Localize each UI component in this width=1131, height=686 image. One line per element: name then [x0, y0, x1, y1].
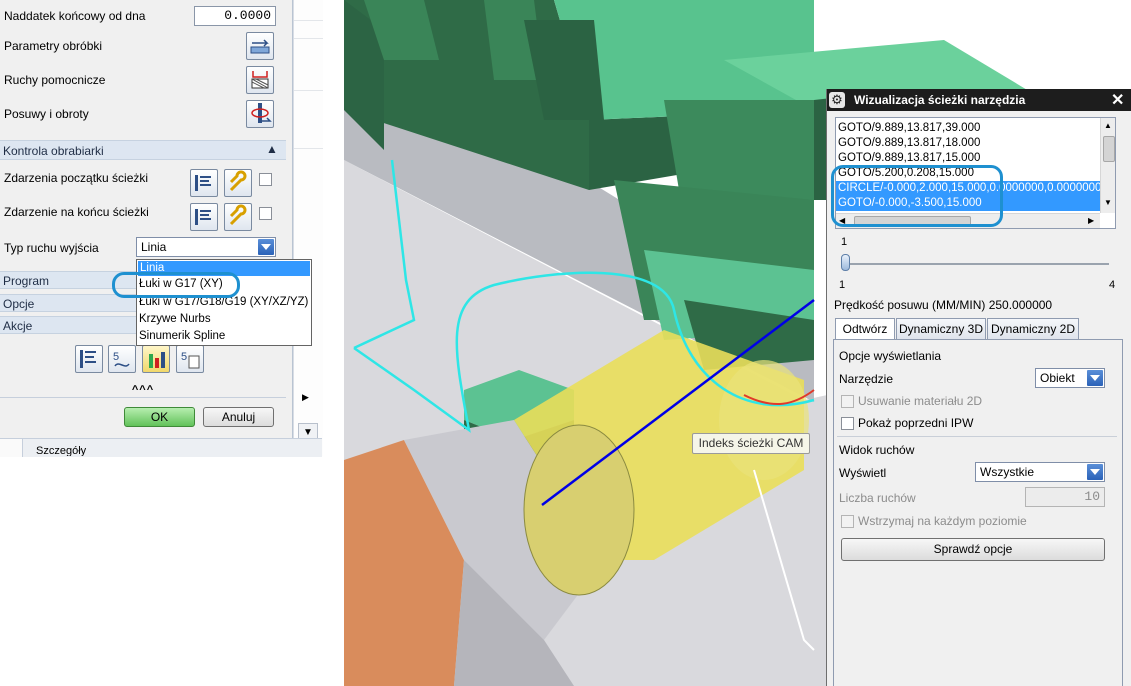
display-options-heading: Opcje wyświetlania — [839, 349, 942, 363]
generate-button[interactable] — [75, 345, 103, 373]
verify-button[interactable] — [142, 345, 170, 373]
chevron-down-icon[interactable] — [258, 239, 274, 255]
scroll-thumb[interactable] — [1103, 136, 1115, 162]
tool-display-select[interactable]: Obiekt — [1035, 368, 1105, 388]
feeds-speeds-button[interactable] — [246, 100, 274, 128]
events-list-icon — [195, 209, 211, 225]
verify-icon — [149, 352, 165, 368]
motion-slider-thumb[interactable] — [841, 254, 850, 271]
replay-button[interactable]: 5 — [108, 345, 136, 373]
toolpath-visualization-dialog: ⚙ Wizualizacja ścieżki narzędzia ✕ GOTO/… — [826, 89, 1131, 686]
section-opcje-label: Opcje — [3, 297, 35, 311]
list-item[interactable]: GOTO/9.889,13.817,15.000 — [838, 151, 980, 166]
start-events-checkbox[interactable] — [259, 173, 272, 186]
feeds-speeds-icon — [251, 103, 272, 123]
scroll-right-icon[interactable]: ▶ — [302, 392, 309, 403]
cutting-params-button[interactable] — [246, 32, 274, 60]
material-removal-label: Usuwanie materiału 2D — [858, 394, 983, 408]
section-akcje-label: Akcje — [3, 319, 33, 333]
end-event-checkbox[interactable] — [259, 207, 272, 220]
tool-label: Narzędzie — [839, 372, 894, 386]
motion-slider-track[interactable] — [841, 263, 1109, 265]
wrench-icon — [229, 204, 247, 226]
start-events-button[interactable] — [190, 169, 218, 197]
section-kontrola[interactable]: Kontrola obrabiarki ▲ — [0, 140, 286, 160]
dialog-title: Wizualizacja ścieżki narzędzia — [854, 93, 1026, 107]
details-bar: Szczegóły — [0, 438, 322, 457]
motion-count-label: Liczba ruchów — [839, 491, 916, 505]
slider-current-value: 1 — [841, 236, 848, 248]
generate-icon — [80, 350, 96, 368]
scroll-up-icon[interactable]: ▲ — [1104, 121, 1112, 130]
non-cutting-moves-icon — [251, 71, 269, 89]
navigator-scroll-strip: ▶ ▼ — [293, 0, 323, 456]
check-options-button[interactable]: Sprawdź opcje — [841, 538, 1105, 561]
start-events-label: Zdarzenia początku ścieżki — [4, 171, 149, 185]
dialog-titlebar[interactable]: ⚙ Wizualizacja ścieżki narzędzia ✕ — [827, 89, 1131, 111]
tab-dynamiczny-2d[interactable]: Dynamiczny 2D — [987, 318, 1079, 339]
end-event-button[interactable] — [190, 203, 218, 231]
replay-icon: 5 — [113, 351, 130, 367]
feed-rate-label: Prędkość posuwu (MM/MIN) 250.000000 — [834, 298, 1053, 312]
display-mode-value: Wszystkie — [980, 465, 1034, 479]
cutting-params-icon — [250, 39, 270, 54]
cancel-button[interactable]: Anuluj — [203, 407, 274, 427]
cam-index-tooltip: Indeks ścieżki CAM — [692, 433, 810, 454]
details-label[interactable]: Szczegóły — [36, 446, 86, 456]
start-events-edit-button[interactable] — [224, 169, 252, 197]
option-nurbs[interactable]: Krzywe Nurbs — [139, 313, 211, 325]
list-item[interactable]: GOTO/9.889,13.817,39.000 — [838, 121, 980, 136]
naddatek-input[interactable]: 0.0000 — [194, 6, 276, 26]
ok-button[interactable]: OK — [124, 407, 195, 427]
svg-text:5: 5 — [113, 351, 119, 363]
motion-view-heading: Widok ruchów — [839, 443, 915, 457]
listing-vscroll[interactable]: ▲ ▼ — [1100, 118, 1115, 213]
collapse-chevron-icon[interactable]: ▲ — [266, 142, 278, 156]
ruchy-label: Ruchy pomocnicze — [4, 73, 106, 87]
scroll-right-icon[interactable]: ▶ — [1088, 216, 1094, 225]
list-icon: 5 — [181, 351, 200, 369]
exit-motion-label: Typ ruchu wyjścia — [4, 241, 99, 255]
tool-display-value: Obiekt — [1040, 371, 1075, 385]
stop-each-level-label: Wstrzymaj na każdym poziomie — [858, 514, 1027, 528]
slider-min-label: 1 — [839, 279, 846, 291]
stop-each-level-checkbox[interactable] — [841, 515, 854, 528]
parametry-label: Parametry obróbki — [4, 39, 103, 53]
collapse-more-toggle[interactable]: ^^^ — [0, 384, 286, 396]
svg-text:5: 5 — [181, 351, 187, 363]
section-program-label: Program — [3, 274, 50, 288]
wrench-icon — [229, 170, 247, 192]
exit-motion-value: Linia — [141, 240, 167, 254]
show-prev-ipw-label: Pokaż poprzedni IPW — [858, 416, 974, 430]
annotation-highlight-ring — [831, 165, 1003, 227]
material-removal-checkbox[interactable] — [841, 395, 854, 408]
tab-dynamiczny-3d[interactable]: Dynamiczny 3D — [896, 318, 986, 339]
display-mode-select[interactable]: Wszystkie — [975, 462, 1105, 482]
gear-icon[interactable]: ⚙ — [829, 92, 845, 108]
display-label: Wyświetl — [839, 466, 887, 480]
list-item[interactable]: GOTO/9.889,13.817,18.000 — [838, 136, 980, 151]
chevron-down-icon[interactable] — [1087, 464, 1103, 480]
events-list-icon — [195, 175, 211, 191]
posuwy-label: Posuwy i obroty — [4, 107, 89, 121]
close-icon[interactable]: ✕ — [1111, 90, 1124, 110]
show-prev-ipw-checkbox[interactable] — [841, 417, 854, 430]
end-event-edit-button[interactable] — [224, 203, 252, 231]
exit-motion-select[interactable]: Linia — [136, 237, 276, 257]
scroll-down-icon[interactable]: ▼ — [1104, 198, 1112, 207]
chevron-down-icon[interactable] — [1087, 370, 1103, 386]
tab-odtworz[interactable]: Odtwórz — [835, 318, 895, 340]
slider-max-label: 4 — [1109, 279, 1116, 291]
operation-dialog: Naddatek końcowy od dna 0.0000 Parametry… — [0, 0, 293, 448]
naddatek-label: Naddatek końcowy od dna — [4, 9, 146, 23]
option-sinumerik-spline[interactable]: Sinumerik Spline — [139, 330, 225, 342]
non-cutting-moves-button[interactable] — [246, 66, 274, 94]
end-event-label: Zdarzenie na końcu ścieżki — [4, 205, 149, 219]
list-button[interactable]: 5 — [176, 345, 204, 373]
annotation-highlight-ring — [112, 272, 240, 298]
section-kontrola-label: Kontrola obrabiarki — [3, 144, 104, 158]
motion-count-input[interactable]: 10 — [1025, 487, 1105, 507]
tab-content-panel — [833, 339, 1123, 686]
